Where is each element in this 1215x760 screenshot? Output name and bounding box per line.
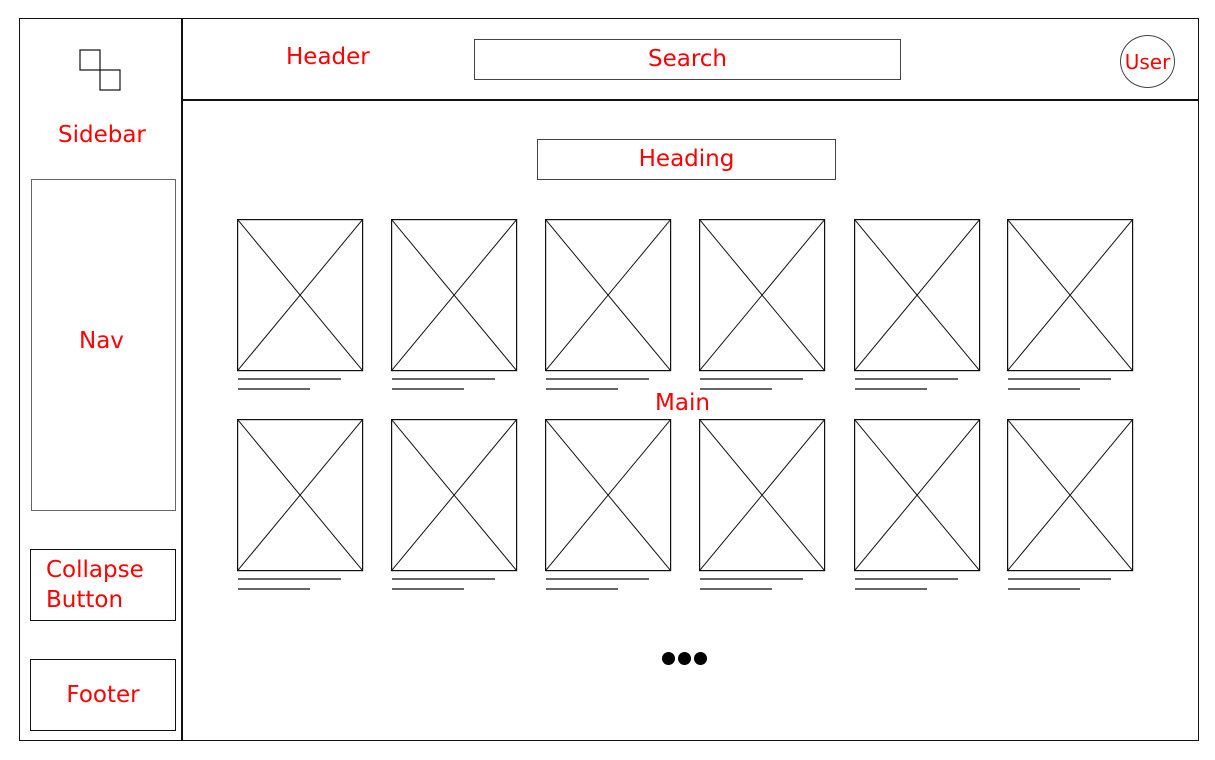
header-divider xyxy=(182,99,1199,101)
image-placeholder-icon[interactable] xyxy=(699,219,826,372)
header-label: Header xyxy=(286,44,370,70)
caption-line-subtitle xyxy=(855,588,927,590)
caption-line-subtitle xyxy=(392,588,464,590)
caption-line-subtitle xyxy=(392,388,464,390)
ellipsis-icon[interactable] xyxy=(662,652,708,665)
sidebar-divider xyxy=(181,18,183,741)
overlapping-squares-icon[interactable] xyxy=(78,48,124,92)
main-label: Main xyxy=(655,390,710,416)
caption-line-title xyxy=(392,378,495,380)
image-placeholder-icon[interactable] xyxy=(237,419,364,572)
caption-line-subtitle xyxy=(238,588,310,590)
caption-line-title xyxy=(238,378,341,380)
image-placeholder-icon[interactable] xyxy=(545,219,672,372)
image-placeholder-icon[interactable] xyxy=(237,219,364,372)
caption-line-title xyxy=(1008,378,1111,380)
caption-line-title xyxy=(238,578,341,580)
image-placeholder-icon[interactable] xyxy=(545,419,672,572)
caption-line-subtitle xyxy=(700,388,772,390)
image-placeholder-icon[interactable] xyxy=(1007,419,1134,572)
page-heading: Heading xyxy=(537,139,836,180)
caption-line-subtitle xyxy=(1008,388,1080,390)
heading-label: Heading xyxy=(638,146,735,172)
caption-line-title xyxy=(700,378,803,380)
caption-line-title xyxy=(855,378,958,380)
caption-line-subtitle xyxy=(238,388,310,390)
sidebar-footer[interactable]: Footer xyxy=(30,659,176,731)
caption-line-subtitle xyxy=(546,388,618,390)
caption-line-subtitle xyxy=(700,588,772,590)
search-input[interactable]: Search xyxy=(474,39,901,80)
search-label: Search xyxy=(647,46,728,72)
footer-label: Footer xyxy=(66,681,140,708)
caption-line-title xyxy=(700,578,803,580)
user-avatar[interactable]: User xyxy=(1120,35,1175,88)
nav-label: Nav xyxy=(79,328,124,354)
image-placeholder-icon[interactable] xyxy=(391,219,518,372)
caption-line-subtitle xyxy=(855,388,927,390)
image-placeholder-icon[interactable] xyxy=(854,419,981,572)
caption-line-title xyxy=(392,578,495,580)
image-placeholder-icon[interactable] xyxy=(391,419,518,572)
caption-line-title xyxy=(546,578,649,580)
caption-line-title xyxy=(1008,578,1111,580)
caption-line-subtitle xyxy=(1008,588,1080,590)
image-placeholder-icon[interactable] xyxy=(1007,219,1134,372)
sidebar-label: Sidebar xyxy=(58,122,146,148)
collapse-button-label: Collapse Button xyxy=(46,557,144,613)
image-placeholder-icon[interactable] xyxy=(699,419,826,572)
caption-line-subtitle xyxy=(546,588,618,590)
caption-line-title xyxy=(546,378,649,380)
image-placeholder-icon[interactable] xyxy=(854,219,981,372)
caption-line-title xyxy=(855,578,958,580)
user-label: User xyxy=(1124,49,1171,74)
